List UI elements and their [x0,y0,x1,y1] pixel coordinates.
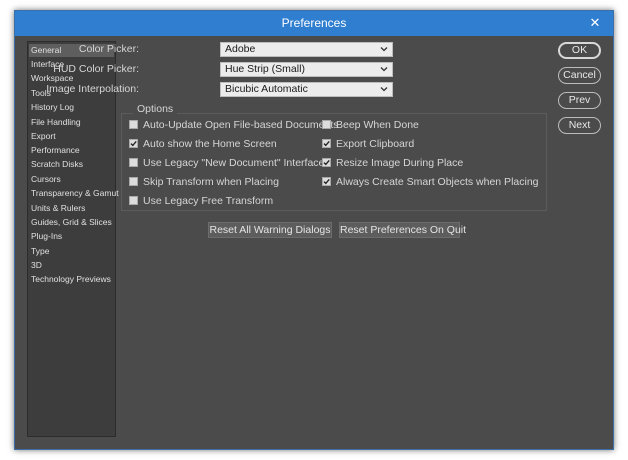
checkbox-checked-icon[interactable] [322,139,331,148]
sidebar-item-history-log[interactable]: History Log [29,101,114,114]
preferences-dialog: Preferences ✕ General Interface Workspac… [14,10,614,450]
color-picker-select[interactable]: Adobe [220,42,393,57]
cancel-button[interactable]: Cancel [558,67,601,84]
color-picker-label: Color Picker: [78,43,139,55]
sidebar-item-scratch-disks[interactable]: Scratch Disks [29,158,114,171]
checkbox-checked-icon[interactable] [129,139,138,148]
ok-button[interactable]: OK [558,42,601,59]
chevron-down-icon [380,87,388,92]
checkbox-checked-icon[interactable] [322,177,331,186]
checkbox-icon[interactable] [129,158,138,167]
option-label: Beep When Done [336,119,419,131]
reset-preferences-on-quit-button[interactable]: Reset Preferences On Quit [339,222,466,238]
sidebar-item-guides-grid-slices[interactable]: Guides, Grid & Slices [29,216,114,229]
option-label: Export Clipboard [336,138,415,150]
sidebar-item-performance[interactable]: Performance [29,144,114,157]
option-label: Always Create Smart Objects when Placing [336,176,539,188]
checkbox-icon[interactable] [129,177,138,186]
dialog-title: Preferences [281,16,347,30]
option-label: Use Legacy "New Document" Interface [143,157,325,169]
prev-button[interactable]: Prev [558,92,601,109]
option-label: Use Legacy Free Transform [143,195,274,207]
option-label: Auto-Update Open File-based Documents [143,119,339,131]
options-legend: Options [133,103,178,115]
image-interpolation-select[interactable]: Bicubic Automatic [220,82,393,97]
chevron-down-icon [380,47,388,52]
sidebar-item-plug-ins[interactable]: Plug-Ins [29,230,114,243]
checkbox-icon[interactable] [129,196,138,205]
hud-color-picker-label: HUD Color Picker: [53,63,139,75]
image-interpolation-value: Bicubic Automatic [225,83,308,95]
sidebar-item-transparency-gamut[interactable]: Transparency & Gamut [29,187,119,200]
hud-color-picker-select[interactable]: Hue Strip (Small) [220,62,393,77]
next-button[interactable]: Next [558,117,601,134]
title-bar[interactable]: Preferences ✕ [15,11,613,36]
image-interpolation-label: Image Interpolation: [46,83,139,95]
checkbox-icon[interactable] [129,120,138,129]
chevron-down-icon [380,67,388,72]
sidebar-item-3d[interactable]: 3D [29,259,114,272]
checkbox-checked-icon[interactable] [322,158,331,167]
sidebar-item-cursors[interactable]: Cursors [29,173,114,186]
sidebar-item-file-handling[interactable]: File Handling [29,116,114,129]
option-label: Resize Image During Place [336,157,464,169]
sidebar-item-units-rulers[interactable]: Units & Rulers [29,202,114,215]
option-label: Skip Transform when Placing [143,176,279,188]
preferences-sidebar: General Interface Workspace Tools Histor… [27,41,119,437]
hud-color-picker-value: Hue Strip (Small) [225,63,305,75]
color-picker-value: Adobe [225,43,256,55]
sidebar-item-technology-previews[interactable]: Technology Previews [29,273,114,286]
option-label: Auto show the Home Screen [143,138,277,150]
checkbox-icon[interactable] [322,120,331,129]
reset-warning-dialogs-button[interactable]: Reset All Warning Dialogs [208,222,332,238]
close-icon[interactable]: ✕ [585,14,605,31]
sidebar-item-export[interactable]: Export [29,130,114,143]
sidebar-item-type[interactable]: Type [29,245,114,258]
